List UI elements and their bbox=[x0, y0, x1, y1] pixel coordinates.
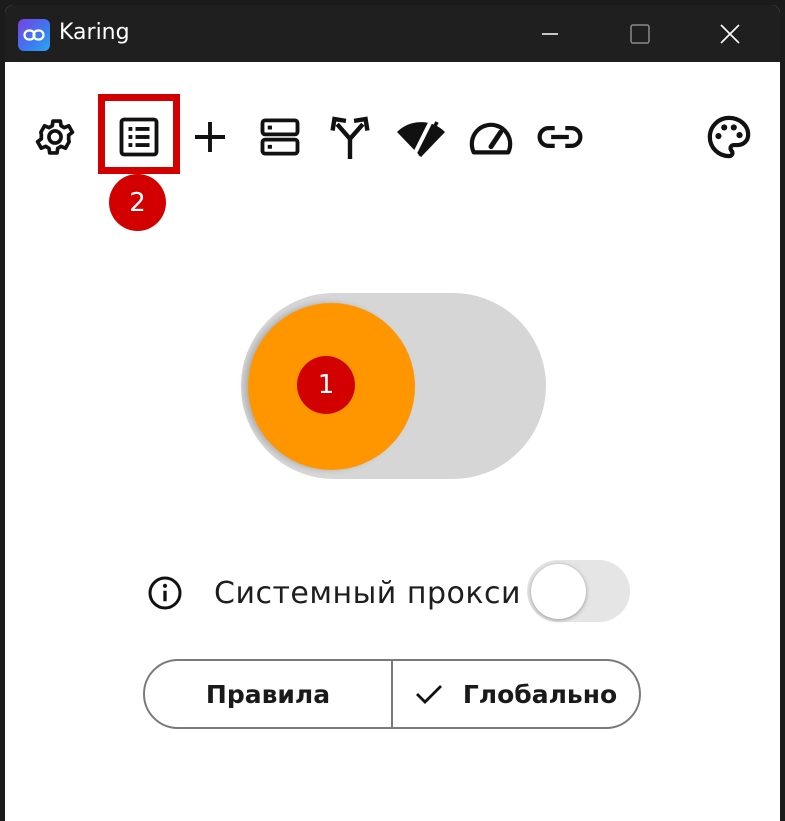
info-icon[interactable] bbox=[147, 575, 183, 611]
wifi-off-icon bbox=[397, 118, 445, 157]
routing-button[interactable] bbox=[323, 105, 377, 169]
palette-icon bbox=[707, 115, 751, 159]
close-button[interactable] bbox=[685, 5, 775, 62]
annotation-marker-2: 2 bbox=[109, 174, 166, 231]
mode-global-button[interactable]: Глобально bbox=[391, 661, 639, 727]
mode-global-label: Глобально bbox=[462, 679, 618, 709]
minimize-button[interactable] bbox=[505, 5, 595, 62]
minimize-icon bbox=[542, 32, 558, 35]
app-logo-icon bbox=[18, 19, 50, 51]
network-button[interactable] bbox=[394, 105, 448, 169]
annotation-marker-1: 1 bbox=[297, 356, 355, 414]
close-icon bbox=[720, 23, 740, 44]
plus-icon bbox=[195, 122, 225, 152]
speed-test-button[interactable] bbox=[464, 105, 518, 169]
title-bar[interactable]: Karing bbox=[5, 5, 780, 62]
maximize-button[interactable] bbox=[595, 5, 685, 62]
gear-icon bbox=[35, 119, 75, 155]
mode-rules-label: Правила bbox=[205, 679, 331, 709]
check-icon bbox=[415, 683, 443, 705]
link-icon bbox=[537, 126, 583, 148]
add-button[interactable] bbox=[183, 105, 237, 169]
fork-icon bbox=[330, 116, 370, 159]
speedometer-icon bbox=[469, 122, 513, 155]
mode-rules-button[interactable]: Правила bbox=[145, 661, 391, 727]
system-proxy-toggle-knob[interactable] bbox=[531, 564, 586, 619]
system-proxy-label: Системный прокси bbox=[214, 576, 521, 611]
maximize-icon bbox=[630, 23, 650, 44]
window-title: Karing bbox=[59, 20, 130, 45]
servers-button[interactable] bbox=[253, 105, 307, 169]
app-window: Karing 2 1 Системный прокси Правила Глоб… bbox=[5, 5, 780, 821]
theme-button[interactable] bbox=[702, 105, 756, 169]
link-button[interactable] bbox=[533, 105, 587, 169]
mode-segmented-control: Правила Глобально bbox=[143, 659, 641, 729]
servers-icon bbox=[260, 118, 300, 156]
settings-button[interactable] bbox=[28, 105, 82, 169]
highlight-frame bbox=[98, 94, 180, 174]
